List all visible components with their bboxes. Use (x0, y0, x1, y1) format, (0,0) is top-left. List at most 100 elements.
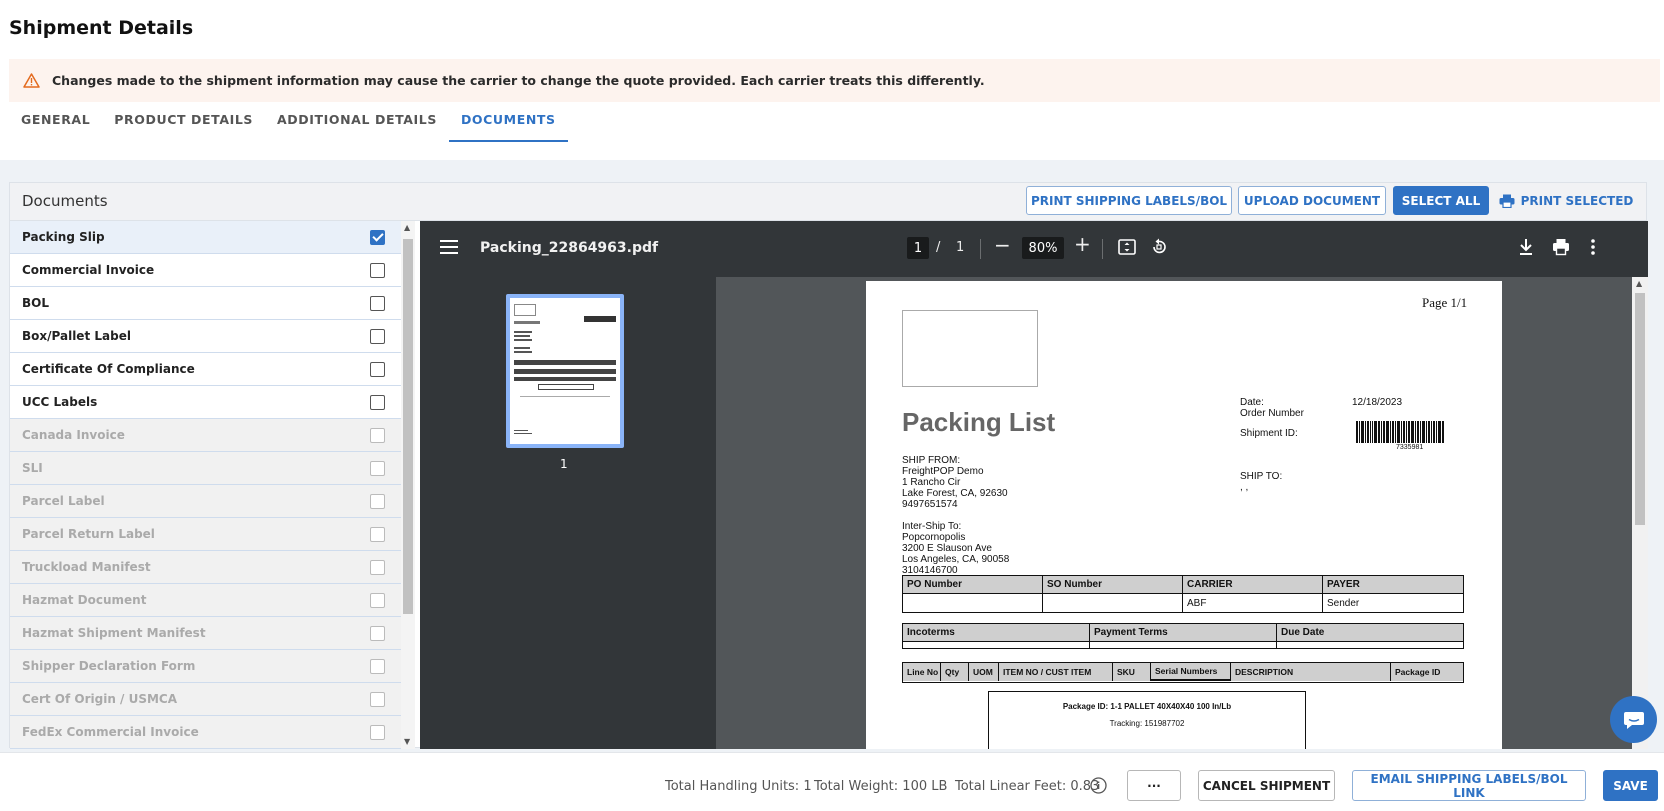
table-header-cell: SO Number (1043, 576, 1183, 593)
zoom-out-icon[interactable]: − (994, 233, 1011, 257)
page-thumbnail[interactable] (506, 294, 624, 448)
package-box: Package ID: 1-1 PALLET 40X40X40 100 In/L… (988, 691, 1306, 749)
print-icon[interactable] (1552, 238, 1570, 260)
table-cell: ABF (1183, 594, 1323, 612)
ship-to-label: SHIP TO: (1240, 471, 1283, 482)
document-label: BOL (22, 296, 49, 310)
pdf-scrollbar[interactable]: ▲ (1632, 277, 1648, 749)
document-label: Box/Pallet Label (22, 329, 131, 343)
document-checkbox (370, 428, 385, 443)
more-options-icon[interactable] (1590, 238, 1596, 260)
list-item[interactable]: UCC Labels (10, 386, 401, 419)
document-checkbox[interactable] (370, 362, 385, 377)
thumbnail-pane: 1 (420, 277, 716, 749)
document-checkbox[interactable] (370, 329, 385, 344)
document-checkbox (370, 659, 385, 674)
document-checkbox (370, 494, 385, 509)
menu-icon[interactable] (440, 239, 458, 258)
list-item: FedEx Commercial Invoice (10, 716, 401, 749)
table-header-cell: UOM (969, 663, 999, 681)
list-item: SLI (10, 452, 401, 485)
document-checkbox (370, 593, 385, 608)
barcode (1356, 421, 1460, 443)
tab-product-details[interactable]: PRODUCT DETAILS (102, 108, 265, 142)
chat-button[interactable] (1610, 696, 1657, 743)
scrollbar-thumb[interactable] (403, 239, 413, 614)
document-label: Commercial Invoice (22, 263, 155, 277)
document-checkbox[interactable] (370, 263, 385, 278)
tab-documents[interactable]: DOCUMENTS (448, 108, 568, 142)
table-header-cell: Serial Numbers (1151, 663, 1231, 681)
pdf-viewer: Packing_22864963.pdf 1 / 1 − 80% + 1 Pag… (420, 221, 1648, 749)
download-icon[interactable] (1518, 238, 1534, 260)
print-shipping-labels-button[interactable]: PRINT SHIPPING LABELS/BOL (1026, 186, 1232, 215)
document-label: FedEx Commercial Invoice (22, 725, 199, 739)
upload-document-button[interactable]: UPLOAD DOCUMENT (1238, 186, 1386, 215)
tracking-line: Tracking: 151987702 (1109, 719, 1185, 728)
info-icon[interactable] (1090, 777, 1107, 798)
document-list: Packing Slip Commercial Invoice BOL Box/… (10, 221, 401, 749)
scroll-down-icon[interactable]: ▼ (404, 737, 410, 746)
print-selected-button[interactable]: PRINT SELECTED (1496, 186, 1636, 215)
table-cell (1043, 594, 1183, 612)
table-cell (903, 594, 1043, 612)
list-item[interactable]: Certificate Of Compliance (10, 353, 401, 386)
documents-title: Documents (22, 192, 108, 210)
ship-from-line: Lake Forest, CA, 92630 (902, 488, 1008, 499)
document-checkbox[interactable] (370, 230, 385, 245)
inter-ship-label: Inter-Ship To: (902, 521, 962, 532)
cancel-shipment-button[interactable]: CANCEL SHIPMENT (1198, 770, 1335, 801)
warning-triangle-icon (23, 72, 41, 89)
email-shipping-labels-button[interactable]: EMAIL SHIPPING LABELS/BOL LINK (1352, 770, 1586, 801)
page-number-input[interactable]: 1 (907, 237, 929, 259)
rotate-icon[interactable] (1150, 238, 1168, 260)
total-linear-feet: Total Linear Feet: 0.83 (955, 779, 1100, 794)
document-label: Hazmat Document (22, 593, 147, 607)
inter-ship-line: Popcornopolis (902, 532, 966, 543)
list-item[interactable]: Commercial Invoice (10, 254, 401, 287)
logo-placeholder (902, 310, 1038, 387)
document-checkbox (370, 725, 385, 740)
list-item[interactable]: BOL (10, 287, 401, 320)
warning-banner: Changes made to the shipment information… (9, 59, 1660, 102)
zoom-input[interactable]: 80% (1022, 237, 1064, 259)
document-checkbox (370, 692, 385, 707)
save-button[interactable]: SAVE (1603, 770, 1658, 801)
scroll-up-icon[interactable]: ▲ (1636, 279, 1642, 288)
scroll-up-icon[interactable]: ▲ (404, 223, 410, 232)
order-number-label: Order Number (1240, 408, 1304, 419)
document-checkbox[interactable] (370, 296, 385, 311)
list-item[interactable]: Box/Pallet Label (10, 320, 401, 353)
table-cell (1090, 642, 1277, 648)
pdf-page: Page 1/1 Packing List Date: 12/18/2023 O… (866, 281, 1502, 749)
page-title: Shipment Details (9, 17, 194, 39)
table-cell: Sender (1327, 597, 1360, 609)
tab-additional-details[interactable]: ADDITIONAL DETAILS (265, 108, 449, 142)
document-checkbox (370, 527, 385, 542)
table-header-cell: DESCRIPTION (1231, 663, 1391, 681)
document-list-scrollbar[interactable]: ▲ ▼ (401, 221, 415, 749)
document-checkbox[interactable] (370, 395, 385, 410)
page-separator: / (936, 240, 941, 255)
inter-ship-line: 3200 E Slauson Ave (902, 543, 992, 554)
document-label: Hazmat Shipment Manifest (22, 626, 206, 640)
table-header-cell: PAYER (1323, 576, 1463, 593)
fit-page-icon[interactable] (1118, 238, 1136, 260)
document-label: Parcel Label (22, 494, 105, 508)
ship-to-value: , , (1240, 482, 1249, 493)
list-item: Hazmat Shipment Manifest (10, 617, 401, 650)
chat-icon (1623, 711, 1644, 729)
select-all-button[interactable]: SELECT ALL (1393, 186, 1489, 215)
table-header-cell: PO Number (903, 576, 1043, 593)
scrollbar-thumb[interactable] (1635, 293, 1645, 525)
list-item[interactable]: Packing Slip (10, 221, 401, 254)
list-item: Shipper Declaration Form (10, 650, 401, 683)
page-total: 1 (956, 240, 965, 255)
ship-from-line: FreightPOP Demo (902, 466, 984, 477)
table-header-cell: Due Date (1277, 624, 1463, 641)
zoom-in-icon[interactable]: + (1074, 232, 1091, 256)
tab-general[interactable]: GENERAL (9, 108, 102, 142)
list-item: Canada Invoice (10, 419, 401, 452)
more-actions-button[interactable]: ··· (1127, 770, 1181, 801)
document-label: UCC Labels (22, 395, 98, 409)
